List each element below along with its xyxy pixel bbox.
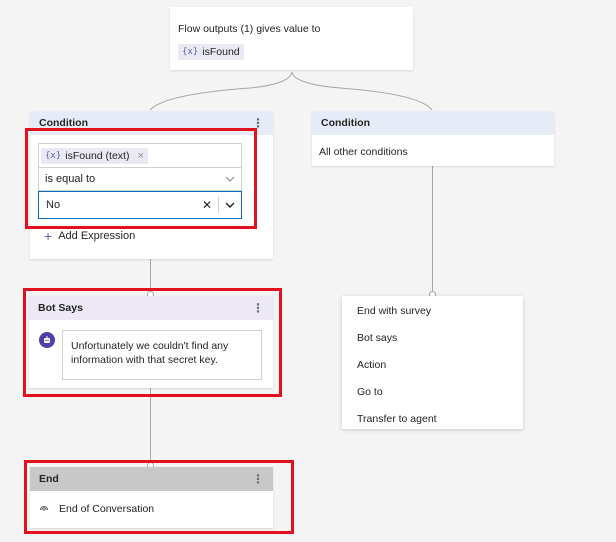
bot-message-text: Unfortunately we couldn't find any infor… bbox=[71, 340, 229, 366]
add-node-menu: End with survey Bot says Action Go to Tr… bbox=[342, 296, 523, 429]
menu-item-go-to[interactable]: Go to bbox=[342, 378, 523, 405]
condition-variable-field[interactable]: {x} isFound (text) × bbox=[38, 143, 242, 167]
condition-left-header: Condition ⋮ bbox=[30, 111, 273, 135]
flow-outputs-card[interactable]: Flow outputs (1) gives value to {x} isFo… bbox=[170, 7, 413, 70]
condition-right-header: Condition bbox=[312, 111, 554, 135]
condition-operator-select[interactable]: is equal to bbox=[38, 167, 242, 191]
flow-output-variable-chip[interactable]: {x} isFound bbox=[178, 44, 244, 60]
add-icon: + bbox=[44, 228, 53, 244]
remove-variable-icon[interactable]: × bbox=[137, 150, 143, 162]
end-title: End bbox=[39, 473, 59, 485]
bot-icon bbox=[44, 336, 50, 343]
condition-card-left[interactable]: Condition ⋮ {x} isFound (text) × is equa… bbox=[30, 111, 273, 259]
variable-icon: {x} bbox=[182, 47, 199, 57]
chevron-down-icon bbox=[225, 176, 235, 182]
add-expression-label: Add Expression bbox=[58, 230, 136, 242]
connector-lines bbox=[149, 71, 433, 111]
connector-bot-to-end bbox=[150, 388, 151, 466]
condition-left-title: Condition bbox=[39, 117, 88, 129]
more-options-icon[interactable]: ⋮ bbox=[252, 302, 264, 314]
flow-outputs-text: Flow outputs (1) gives value to bbox=[178, 23, 321, 35]
bot-says-title: Bot Says bbox=[38, 302, 83, 314]
menu-item-bot-says[interactable]: Bot says bbox=[342, 324, 523, 351]
condition-card-right[interactable]: Condition All other conditions bbox=[312, 111, 554, 166]
end-body: End of Conversation bbox=[59, 503, 155, 515]
bot-message-box[interactable]: Unfortunately we couldn't find any infor… bbox=[62, 330, 262, 380]
value-divider bbox=[218, 197, 219, 213]
connector-left-to-bot bbox=[150, 259, 151, 295]
condition-right-title: Condition bbox=[321, 117, 370, 129]
bot-says-header: Bot Says ⋮ bbox=[29, 296, 273, 320]
condition-variable-name: isFound (text) bbox=[65, 149, 130, 162]
bot-avatar bbox=[39, 332, 55, 348]
end-card[interactable]: End ⋮ End of Conversation bbox=[30, 467, 273, 528]
condition-value-input[interactable]: No ✕ bbox=[38, 191, 242, 219]
condition-variable-chip[interactable]: {x} isFound (text) × bbox=[41, 147, 148, 164]
menu-item-transfer-to-agent[interactable]: Transfer to agent bbox=[342, 405, 523, 432]
add-expression-button[interactable]: + Add Expression bbox=[44, 229, 135, 243]
variable-icon: {x} bbox=[45, 150, 62, 161]
menu-item-action[interactable]: Action bbox=[342, 351, 523, 378]
end-conversation-icon bbox=[40, 506, 48, 511]
connector-right-to-menu bbox=[432, 166, 433, 294]
condition-operator-value: is equal to bbox=[45, 173, 96, 185]
clear-value-icon[interactable]: ✕ bbox=[202, 198, 212, 212]
chevron-down-icon[interactable] bbox=[225, 202, 235, 208]
more-options-icon[interactable]: ⋮ bbox=[252, 117, 264, 129]
bot-says-card[interactable]: Bot Says ⋮ Unfortunately we couldn't fin… bbox=[29, 296, 273, 388]
menu-item-end-with-survey[interactable]: End with survey bbox=[342, 297, 523, 324]
condition-value-text: No bbox=[46, 199, 61, 211]
end-header: End ⋮ bbox=[30, 467, 273, 491]
more-options-icon[interactable]: ⋮ bbox=[252, 473, 264, 485]
flow-output-variable-name: isFound bbox=[202, 46, 240, 58]
condition-right-body: All other conditions bbox=[319, 146, 408, 158]
